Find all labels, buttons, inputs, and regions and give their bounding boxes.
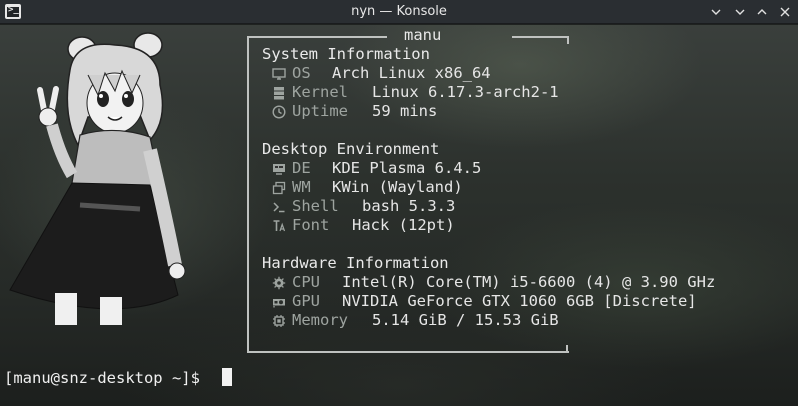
uptime-label: Uptime: [292, 102, 348, 120]
shell-prompt: [manu@snz-desktop ~]$: [4, 369, 200, 387]
chevron-down-icon: [711, 9, 721, 15]
fetch-username: manu: [404, 26, 442, 44]
de-label: DE: [292, 159, 311, 177]
maximize-icon: [757, 9, 767, 15]
minimize-button[interactable]: [730, 2, 750, 22]
frame-bottom: [247, 351, 569, 353]
gpu-value: NVIDIA GeForce GTX 1060 6GB [Discrete]: [342, 292, 697, 310]
clock-icon: [272, 105, 286, 119]
server-icon: [272, 86, 286, 100]
minimize-icon: [735, 9, 745, 15]
shell-label: Shell: [292, 197, 339, 215]
font-value: Hack (12pt): [352, 216, 455, 234]
frame-top-tick: [567, 36, 569, 44]
cpu-label: CPU: [292, 273, 320, 291]
hardware-info-header: Hardware Information: [262, 254, 449, 272]
windows-icon: [272, 181, 286, 195]
window-title: nyn — Konsole: [351, 4, 447, 19]
frame-bottom-tick: [566, 345, 568, 353]
anime-girl-logo: [9, 32, 186, 325]
font-icon: [272, 219, 286, 233]
frame-left: [247, 36, 249, 353]
terminal-icon: [272, 200, 286, 214]
memory-icon: [272, 314, 286, 328]
de-value: KDE Plasma 6.4.5: [332, 159, 482, 177]
system-info-header: System Information: [262, 45, 430, 63]
cpu-value: Intel(R) Core(TM) i5-6600 (4) @ 3.90 GHz: [342, 273, 716, 291]
memory-value: 5.14 GiB / 15.53 GiB: [372, 311, 559, 329]
wm-value: KWin (Wayland): [332, 178, 463, 196]
monitor-icon: [272, 67, 286, 81]
close-button[interactable]: [775, 2, 795, 22]
pin-button[interactable]: [706, 2, 726, 22]
cpu-icon: [272, 276, 286, 290]
os-value: Arch Linux x86_64: [332, 64, 491, 82]
desktop-env-header: Desktop Environment: [262, 140, 440, 158]
kernel-value: Linux 6.17.3-arch2-1: [372, 83, 559, 101]
gpu-label: GPU: [292, 292, 320, 310]
memory-label: Memory: [292, 311, 348, 329]
maximize-button[interactable]: [752, 2, 772, 22]
kernel-label: Kernel: [292, 83, 348, 101]
font-label: Font: [292, 216, 330, 234]
desktop-icon: [272, 162, 286, 176]
close-icon: [780, 7, 790, 17]
shell-value: bash 5.3.3: [362, 197, 456, 215]
frame-top-right: [512, 36, 569, 38]
frame-top-left: [247, 36, 387, 38]
gpu-icon: [272, 295, 286, 309]
wm-label: WM: [292, 178, 311, 196]
os-label: OS: [292, 64, 311, 82]
text-cursor[interactable]: [222, 368, 232, 386]
uptime-value: 59 mins: [372, 102, 438, 120]
window-titlebar: nyn — Konsole: [0, 0, 798, 24]
